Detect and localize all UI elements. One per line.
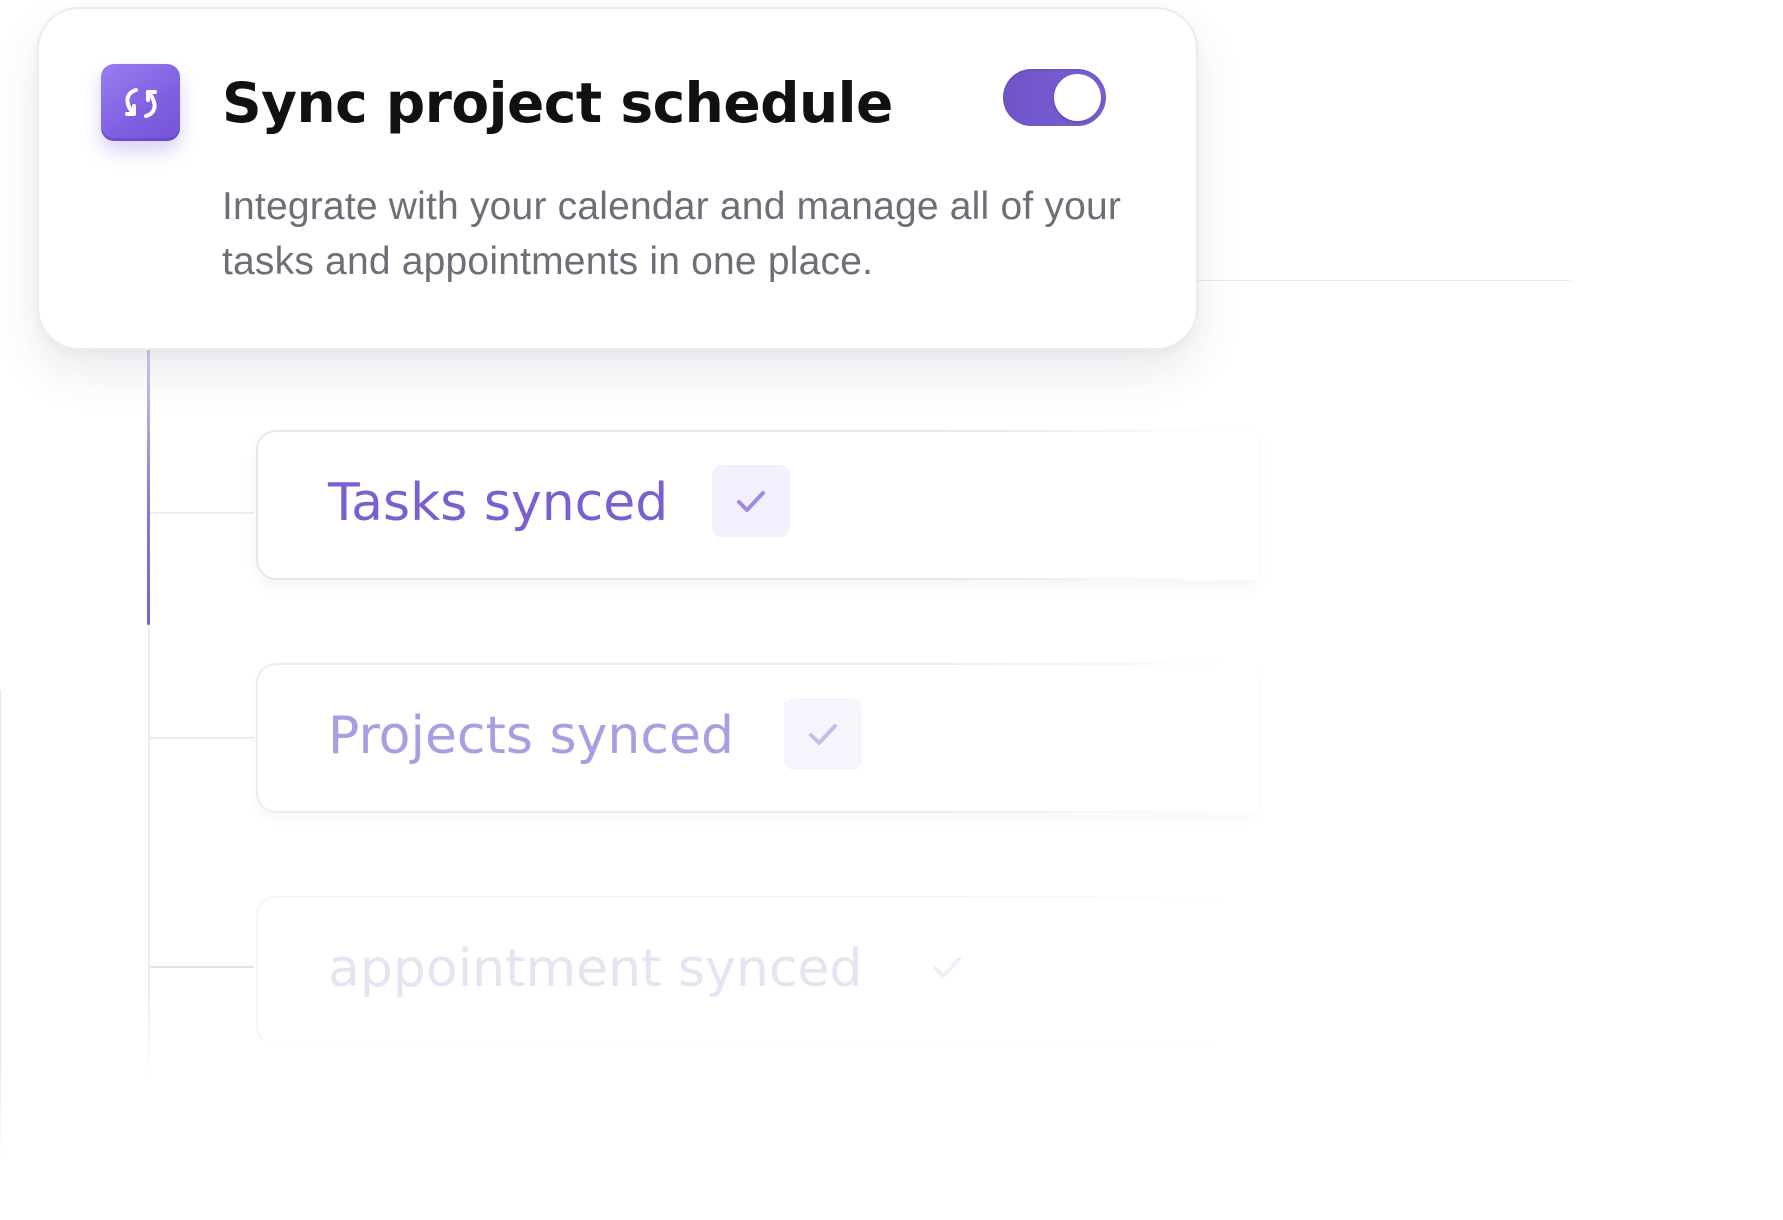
sync-toggle[interactable]	[1003, 69, 1106, 126]
sync-settings-panel: Sync project schedule Integrate with you…	[0, 0, 1783, 1220]
sync-status-label: Tasks synced	[328, 473, 669, 533]
sync-status-label: appointment synced	[328, 939, 863, 999]
check-icon	[712, 465, 790, 537]
tree-connector-progress	[147, 340, 150, 625]
toggle-knob	[1054, 74, 1101, 121]
divider-line	[0, 690, 1, 1190]
sync-status-item-appointments: appointment synced	[256, 896, 1258, 1046]
tree-branch	[150, 737, 254, 739]
sync-schedule-card: Sync project schedule Integrate with you…	[37, 7, 1198, 350]
tree-branch	[150, 966, 254, 968]
tree-branch	[150, 512, 254, 514]
card-description: Integrate with your calendar and manage …	[222, 185, 1122, 283]
sync-status-label: Projects synced	[328, 706, 734, 766]
check-icon	[908, 931, 986, 1003]
card-title: Sync project schedule	[222, 71, 893, 135]
check-icon	[784, 698, 862, 770]
sync-icon	[101, 64, 180, 141]
fade-overlay	[0, 1040, 1783, 1220]
sync-status-item-projects: Projects synced	[256, 663, 1258, 813]
divider-line	[1195, 280, 1570, 281]
sync-status-item-tasks: Tasks synced	[256, 430, 1258, 580]
